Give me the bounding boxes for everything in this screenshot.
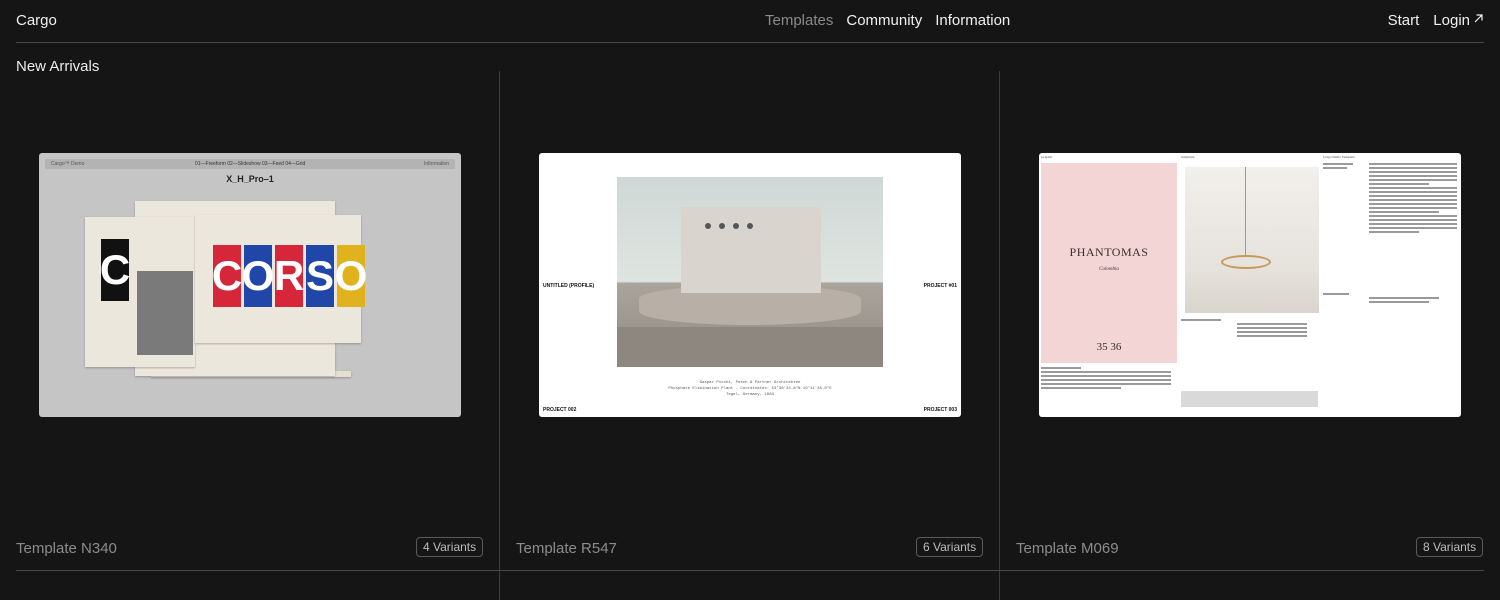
main-nav: Templates Community Information: [765, 12, 1010, 29]
template-preview-image[interactable]: UNTITLED (PROFILE) PROJECT #01 Gaspar Pi…: [539, 153, 961, 417]
hanging-ring: [1221, 255, 1271, 269]
preview-brand: Cargo™ Demo: [51, 161, 85, 167]
preview-bottom-left: PROJECT 002: [543, 407, 577, 413]
tower: [681, 207, 821, 293]
variants-badge[interactable]: 6 Variants: [916, 537, 984, 557]
cargo-logo[interactable]: Cargo: [16, 12, 57, 29]
building-photo: [137, 271, 193, 355]
building-photo: [617, 177, 883, 367]
external-arrow-icon: [1473, 11, 1484, 23]
nav-templates[interactable]: Templates: [765, 12, 833, 29]
nav-community[interactable]: Community: [846, 12, 922, 29]
preview-info: Information: [423, 161, 449, 167]
letter-tile: C: [212, 245, 242, 307]
letter-tile: O: [335, 245, 367, 307]
start-link[interactable]: Start: [1388, 12, 1420, 29]
variants-badge[interactable]: 8 Variants: [1416, 537, 1484, 557]
preview-menu-bar: Cargo™ Demo 01—Freeform 02—Slideshow 03—…: [45, 159, 455, 169]
text-block: [1323, 163, 1363, 171]
gray-block: [1181, 391, 1318, 407]
porthole: [705, 223, 711, 229]
template-card[interactable]: Graphic Sculpture Cargo Demo Template PH…: [1000, 71, 1500, 571]
text-block: [1041, 367, 1171, 391]
login-label: Login: [1433, 12, 1470, 29]
preview-col-header: Sculpture: [1181, 155, 1195, 159]
porthole: [747, 223, 753, 229]
account-nav: Start Login: [1388, 12, 1484, 29]
login-link[interactable]: Login: [1433, 12, 1484, 29]
template-name[interactable]: Template R547: [516, 540, 617, 557]
nav-information[interactable]: Information: [935, 12, 1010, 29]
text-block: [1369, 163, 1457, 235]
ground: [617, 327, 883, 367]
text-block: [1323, 293, 1453, 305]
row-divider: [16, 570, 1484, 571]
book-title: PHANTOMAS: [1069, 245, 1149, 259]
sculpture-photo: [1185, 167, 1319, 313]
template-card[interactable]: UNTITLED (PROFILE) PROJECT #01 Gaspar Pi…: [500, 71, 1000, 571]
template-name[interactable]: Template M069: [1016, 540, 1119, 557]
preview-left-label: UNTITLED (PROFILE): [543, 283, 595, 289]
preview-bottom-right: PROJECT 003: [923, 407, 957, 413]
template-preview-image[interactable]: Graphic Sculpture Cargo Demo Template PH…: [1039, 153, 1461, 417]
letter-tile: O: [242, 245, 274, 307]
preview-title: X_H_Pro–1: [226, 174, 274, 184]
template-name[interactable]: Template N340: [16, 540, 117, 557]
preview-caption: Gaspar Picchi, Pesch & Partner Architekt…: [539, 380, 961, 398]
porthole: [733, 223, 739, 229]
preview-right-label: PROJECT #01: [923, 283, 957, 289]
preview-col-header: Graphic: [1041, 155, 1053, 159]
book-subtitle: Colombia: [1099, 267, 1119, 272]
letter-tile: R: [274, 245, 304, 307]
header-divider: [16, 42, 1484, 43]
variants-badge[interactable]: 4 Variants: [416, 537, 484, 557]
template-card[interactable]: Cargo™ Demo 01—Freeform 02—Slideshow 03—…: [0, 71, 500, 571]
hanging-wire: [1245, 167, 1246, 257]
preview-col-header: Cargo Demo Template: [1323, 155, 1355, 159]
letter-tile: C: [100, 239, 130, 301]
c-letter-card: C: [100, 239, 130, 301]
preview-menu: 01—Freeform 02—Slideshow 03—Feed 04—Grid: [195, 161, 306, 167]
template-preview-image[interactable]: Cargo™ Demo 01—Freeform 02—Slideshow 03—…: [39, 153, 461, 417]
porthole: [719, 223, 725, 229]
top-navigation: Cargo Templates Community Information St…: [0, 0, 1500, 43]
corso-letters: C O R S O: [212, 245, 367, 307]
letter-tile: S: [306, 245, 334, 307]
text-block: [1181, 319, 1311, 339]
portholes: [705, 223, 753, 229]
book-number: 35 36: [1096, 341, 1122, 353]
book-cover: PHANTOMAS Colombia 35 36: [1041, 163, 1177, 363]
caption-line: Tegel, Germany, 1983: [725, 393, 774, 397]
